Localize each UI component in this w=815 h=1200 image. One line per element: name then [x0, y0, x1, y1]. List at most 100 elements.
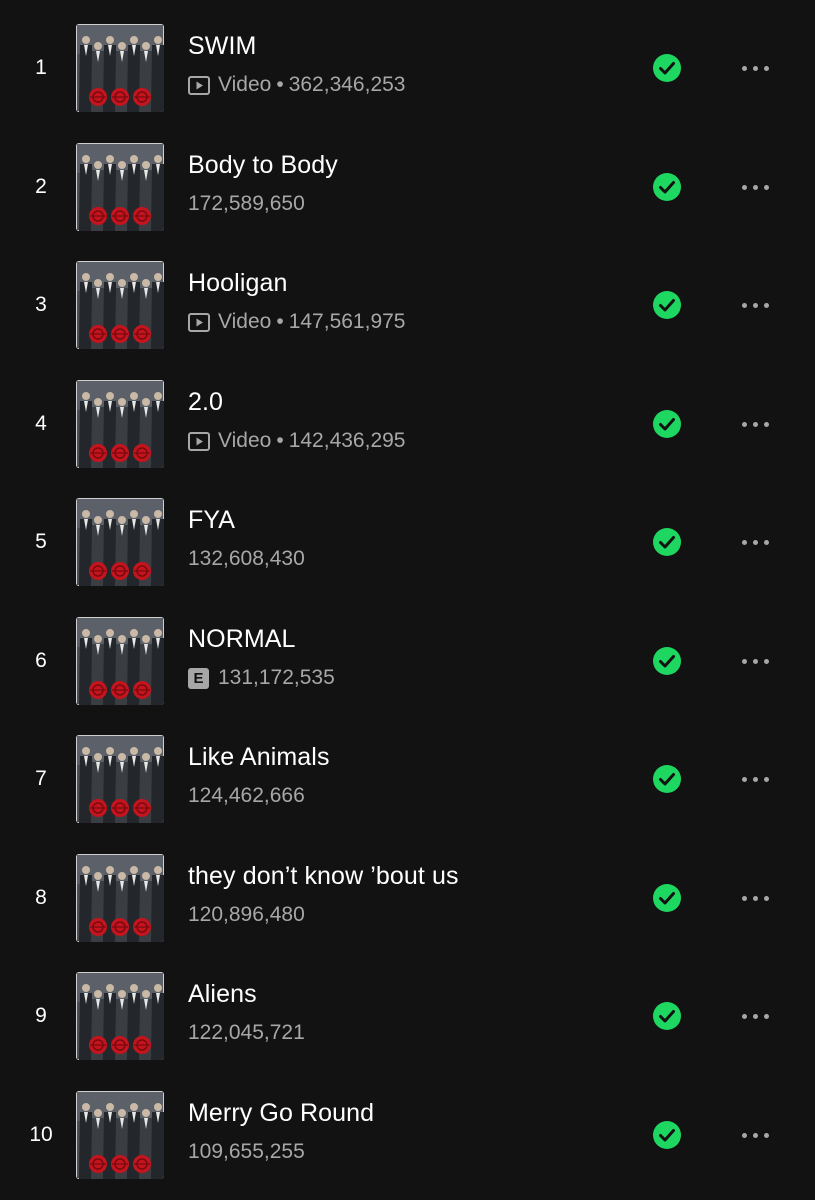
more-options-icon [763, 184, 769, 190]
track-meta: 132,608,430 [188, 547, 305, 571]
track-title: SWIM [188, 32, 257, 60]
track-rank: 1 [35, 56, 47, 79]
track-meta: 109,655,255 [188, 1140, 305, 1164]
album-cover[interactable] [76, 143, 164, 231]
more-options-button[interactable] [732, 1120, 778, 1150]
track-list: 1 SWIM Video • 362,346,253 2 Body to Body 172,5… [0, 0, 815, 1200]
track-row[interactable]: 3 Hooligan Video • 147,561,975 [0, 246, 815, 364]
album-cover[interactable] [76, 735, 164, 823]
more-options-button[interactable] [732, 764, 778, 794]
more-options-icon [752, 65, 758, 71]
video-label: Video [218, 310, 272, 333]
album-cover[interactable] [76, 261, 164, 349]
track-row[interactable]: 8 they don’t know ’bout us 120,896,480 [0, 839, 815, 957]
track-title: they don’t know ’bout us [188, 862, 459, 890]
more-options-icon [741, 539, 747, 545]
more-options-button[interactable] [732, 53, 778, 83]
play-count: 122,045,721 [188, 1021, 305, 1044]
track-rank: 2 [35, 175, 47, 198]
check-circle-icon[interactable] [653, 291, 681, 319]
album-cover[interactable] [76, 498, 164, 586]
check-circle-icon[interactable] [653, 765, 681, 793]
track-row[interactable]: 7 Like Animals 124,462,666 [0, 720, 815, 838]
separator-dot: • [276, 310, 284, 333]
more-options-icon [741, 421, 747, 427]
track-row[interactable]: 4 2.0 Video • 142,436,295 [0, 365, 815, 483]
more-options-icon [763, 1132, 769, 1138]
check-circle-icon[interactable] [653, 173, 681, 201]
play-count: 362,346,253 [288, 73, 406, 96]
track-title: Merry Go Round [188, 1099, 375, 1127]
explicit-badge: E [188, 667, 209, 689]
check-circle-icon[interactable] [653, 884, 681, 912]
track-meta: 120,896,480 [188, 903, 305, 927]
track-title: Body to Body [188, 151, 338, 179]
more-options-icon [763, 302, 769, 308]
check-circle-icon[interactable] [653, 54, 681, 82]
more-options-icon [752, 1132, 758, 1138]
track-row[interactable]: 2 Body to Body 172,589,650 [0, 128, 815, 246]
album-cover[interactable] [76, 972, 164, 1060]
track-row[interactable]: 1 SWIM Video • 362,346,253 [0, 9, 815, 127]
play-count: 147,561,975 [288, 310, 406, 333]
album-cover[interactable] [76, 854, 164, 942]
play-count: 109,655,255 [188, 1140, 305, 1163]
more-options-icon [752, 302, 758, 308]
more-options-button[interactable] [732, 290, 778, 320]
video-icon [188, 431, 210, 451]
track-row[interactable]: 6 NORMAL E 131,172,535 [0, 602, 815, 720]
more-options-icon [741, 1013, 747, 1019]
more-options-icon [763, 539, 769, 545]
more-options-icon [763, 421, 769, 427]
more-options-icon [741, 65, 747, 71]
more-options-button[interactable] [732, 883, 778, 913]
play-count: 142,436,295 [288, 429, 406, 452]
more-options-icon [752, 421, 758, 427]
album-cover[interactable] [76, 380, 164, 468]
check-circle-icon[interactable] [653, 647, 681, 675]
album-cover[interactable] [76, 24, 164, 112]
check-circle-icon[interactable] [653, 1002, 681, 1030]
check-circle-icon[interactable] [653, 528, 681, 556]
more-options-button[interactable] [732, 409, 778, 439]
more-options-button[interactable] [732, 646, 778, 676]
track-rank: 6 [35, 649, 47, 672]
more-options-button[interactable] [732, 527, 778, 557]
album-cover[interactable] [76, 617, 164, 705]
track-title: Like Animals [188, 743, 330, 771]
track-rank: 5 [35, 530, 47, 553]
more-options-icon [741, 184, 747, 190]
track-row[interactable]: 10 Merry Go Round 109,655,255 [0, 1076, 815, 1194]
more-options-icon [741, 658, 747, 664]
play-count: 172,589,650 [188, 192, 305, 215]
track-title: Hooligan [188, 269, 288, 297]
track-title: 2.0 [188, 388, 224, 416]
check-circle-icon[interactable] [653, 410, 681, 438]
more-options-icon [741, 776, 747, 782]
track-meta: Video • 362,346,253 [188, 73, 406, 97]
more-options-icon [752, 184, 758, 190]
track-row[interactable]: 5 FYA 132,608,430 [0, 483, 815, 601]
track-rank: 3 [35, 293, 47, 316]
more-options-icon [752, 539, 758, 545]
play-count: 131,172,535 [218, 666, 335, 689]
video-label: Video [218, 429, 272, 452]
separator-dot: • [276, 429, 284, 452]
more-options-icon [741, 895, 747, 901]
track-title: NORMAL [188, 625, 296, 653]
more-options-button[interactable] [732, 172, 778, 202]
track-title: FYA [188, 506, 236, 534]
track-meta: Video • 147,561,975 [188, 310, 406, 334]
track-row[interactable]: 9 Aliens 122,045,721 [0, 957, 815, 1075]
separator-dot: • [276, 73, 284, 96]
play-count: 132,608,430 [188, 547, 305, 570]
check-circle-icon[interactable] [653, 1121, 681, 1149]
track-title: Aliens [188, 980, 257, 1008]
more-options-icon [763, 895, 769, 901]
more-options-icon [752, 895, 758, 901]
album-cover[interactable] [76, 1091, 164, 1179]
play-count: 124,462,666 [188, 784, 305, 807]
more-options-icon [741, 302, 747, 308]
more-options-icon [763, 658, 769, 664]
more-options-button[interactable] [732, 1001, 778, 1031]
